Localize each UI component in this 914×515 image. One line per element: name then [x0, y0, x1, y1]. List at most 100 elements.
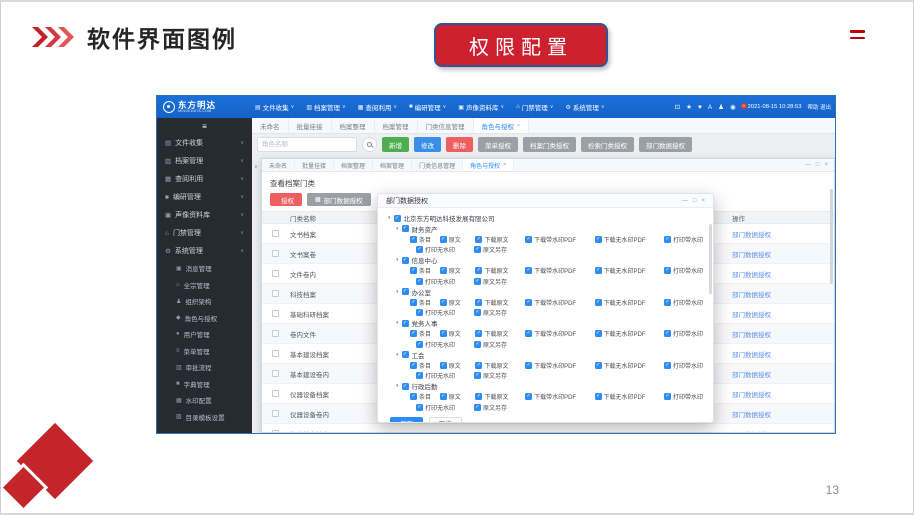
row-checkbox[interactable]: [272, 350, 279, 357]
permission-item[interactable]: 下载原文: [475, 392, 525, 401]
dept-auth-link[interactable]: 部门数据授权: [732, 372, 771, 379]
permission-item[interactable]: 下载带水印PDF: [525, 392, 594, 401]
sidebar-item[interactable]: ▤ 文件收集 ∨: [157, 134, 252, 152]
tab[interactable]: 未命名: [252, 118, 289, 133]
search-input[interactable]: [257, 137, 357, 152]
favorite-icon[interactable]: ♥: [698, 104, 702, 111]
toolbar-button[interactable]: 新增: [382, 137, 409, 152]
hamburger-icon[interactable]: ≡: [157, 118, 252, 134]
tab[interactable]: 批量挂接: [289, 118, 332, 133]
checkbox-checked[interactable]: [525, 330, 532, 337]
permission-item[interactable]: 下载原文: [475, 361, 525, 370]
checkbox-checked[interactable]: [475, 267, 482, 274]
save-button[interactable]: 保存: [390, 417, 423, 424]
department-row[interactable]: ▾ 财务资产: [396, 224, 703, 235]
checkbox-checked[interactable]: [394, 215, 401, 222]
checkbox-checked[interactable]: [410, 299, 417, 306]
fullscreen-icon[interactable]: ⊡: [675, 103, 680, 111]
permission-item[interactable]: 打印无水印: [416, 308, 474, 317]
checkbox-checked[interactable]: [402, 288, 409, 295]
tab[interactable]: 档案整理: [334, 161, 373, 170]
tab[interactable]: 档案管理: [373, 161, 412, 170]
permission-item[interactable]: 原文: [440, 329, 476, 338]
row-checkbox[interactable]: [272, 270, 279, 277]
checkbox-checked[interactable]: [416, 404, 423, 411]
checkbox-checked[interactable]: [664, 330, 671, 337]
sidebar-subitem[interactable]: ▦ 水印配置: [157, 392, 252, 409]
checkbox-checked[interactable]: [474, 341, 481, 348]
toolbar-button[interactable]: 部门数据授权: [639, 137, 692, 152]
permission-item[interactable]: 下载带水印PDF: [525, 266, 594, 275]
permission-item[interactable]: 打印带水印: [664, 235, 703, 244]
permission-item[interactable]: 原文另存: [474, 340, 507, 349]
department-row[interactable]: ▾ 工会: [396, 350, 703, 361]
permission-item[interactable]: 下载无水印PDF: [595, 266, 664, 275]
nav-item[interactable]: ⌂ 门禁管理 ∨: [510, 96, 559, 118]
dept-auth-link[interactable]: 部门数据授权: [732, 292, 771, 299]
checkbox-checked[interactable]: [525, 362, 532, 369]
row-checkbox[interactable]: [272, 290, 279, 297]
permission-item[interactable]: 打印带水印: [664, 392, 703, 401]
department-row[interactable]: ▾ 办公室: [396, 287, 703, 298]
row-checkbox[interactable]: [272, 330, 279, 337]
window-button[interactable]: ▦ 部门数据授权: [307, 193, 371, 206]
checkbox-checked[interactable]: [440, 236, 447, 243]
dept-auth-link[interactable]: 部门数据授权: [732, 272, 771, 279]
checkbox-checked[interactable]: [475, 393, 482, 400]
nav-item[interactable]: ▣ 声像资料库 ∨: [452, 96, 510, 118]
checkbox-checked[interactable]: [410, 236, 417, 243]
dept-auth-link[interactable]: 部门数据授权: [732, 412, 771, 419]
permission-item[interactable]: 打印无水印: [416, 371, 474, 380]
permission-item[interactable]: 打印无水印: [416, 245, 474, 254]
checkbox-checked[interactable]: [474, 372, 481, 379]
permission-item[interactable]: 下载带水印PDF: [525, 235, 594, 244]
checkbox-checked[interactable]: [416, 246, 423, 253]
permission-item[interactable]: 下载带水印PDF: [525, 298, 594, 307]
tab[interactable]: 门类信息管理: [418, 118, 474, 133]
permission-item[interactable]: 下载原文: [475, 329, 525, 338]
permission-item[interactable]: 条目: [410, 329, 440, 338]
close-icon[interactable]: ×: [824, 162, 828, 168]
permission-item[interactable]: 下载无水印PDF: [595, 361, 664, 370]
checkbox-checked[interactable]: [474, 404, 481, 411]
dept-auth-link[interactable]: 部门数据授权: [732, 332, 771, 339]
checkbox-checked[interactable]: [440, 330, 447, 337]
checkbox-checked[interactable]: [664, 393, 671, 400]
checkbox-checked[interactable]: [402, 225, 409, 232]
sidebar-item[interactable]: ▦ 查阅利用 ∨: [157, 170, 252, 188]
checkbox-checked[interactable]: [440, 393, 447, 400]
checkbox-checked[interactable]: [595, 236, 602, 243]
sidebar-subitem[interactable]: ▧ 目录模板设置: [157, 409, 252, 426]
checkbox-checked[interactable]: [475, 236, 482, 243]
tab[interactable]: 档案管理: [375, 118, 418, 133]
checkbox-checked[interactable]: [525, 299, 532, 306]
checkbox-checked[interactable]: [402, 257, 409, 264]
sidebar-item[interactable]: ▣ 声像资料库 ∨: [157, 206, 252, 224]
checkbox-checked[interactable]: [474, 309, 481, 316]
checkbox-checked[interactable]: [440, 299, 447, 306]
tab[interactable]: 批量挂接: [295, 161, 334, 170]
minimize-icon[interactable]: —: [682, 198, 688, 204]
sidebar-item[interactable]: ■ 编研管理 ∨: [157, 188, 252, 206]
app-logo[interactable]: 东方明达 MINGEDATA.COM: [157, 101, 249, 113]
window-scrollbar[interactable]: [830, 189, 833, 284]
permission-item[interactable]: 原文: [440, 235, 476, 244]
font-size-icon[interactable]: A: [708, 104, 712, 111]
slide-menu-icon[interactable]: [850, 30, 865, 43]
checkbox-checked[interactable]: [664, 362, 671, 369]
permission-item[interactable]: 原文: [440, 266, 476, 275]
checkbox-checked[interactable]: [402, 351, 409, 358]
nav-item[interactable]: ■ 编研管理 ∨: [403, 96, 452, 118]
tab-active[interactable]: 角色与授权 ×: [463, 159, 514, 171]
checkbox-checked[interactable]: [475, 362, 482, 369]
permission-item[interactable]: 打印带水印: [664, 298, 703, 307]
checkbox-checked[interactable]: [410, 267, 417, 274]
dept-auth-link[interactable]: 部门数据授权: [732, 352, 771, 359]
toolbar-button[interactable]: 删除: [446, 137, 473, 152]
checkbox-checked[interactable]: [475, 299, 482, 306]
permission-item[interactable]: 下载带水印PDF: [525, 361, 594, 370]
checkbox-checked[interactable]: [416, 341, 423, 348]
permission-item[interactable]: 下载无水印PDF: [595, 329, 664, 338]
session-links[interactable]: 帮助 退出: [807, 103, 831, 111]
row-checkbox[interactable]: [272, 390, 279, 397]
